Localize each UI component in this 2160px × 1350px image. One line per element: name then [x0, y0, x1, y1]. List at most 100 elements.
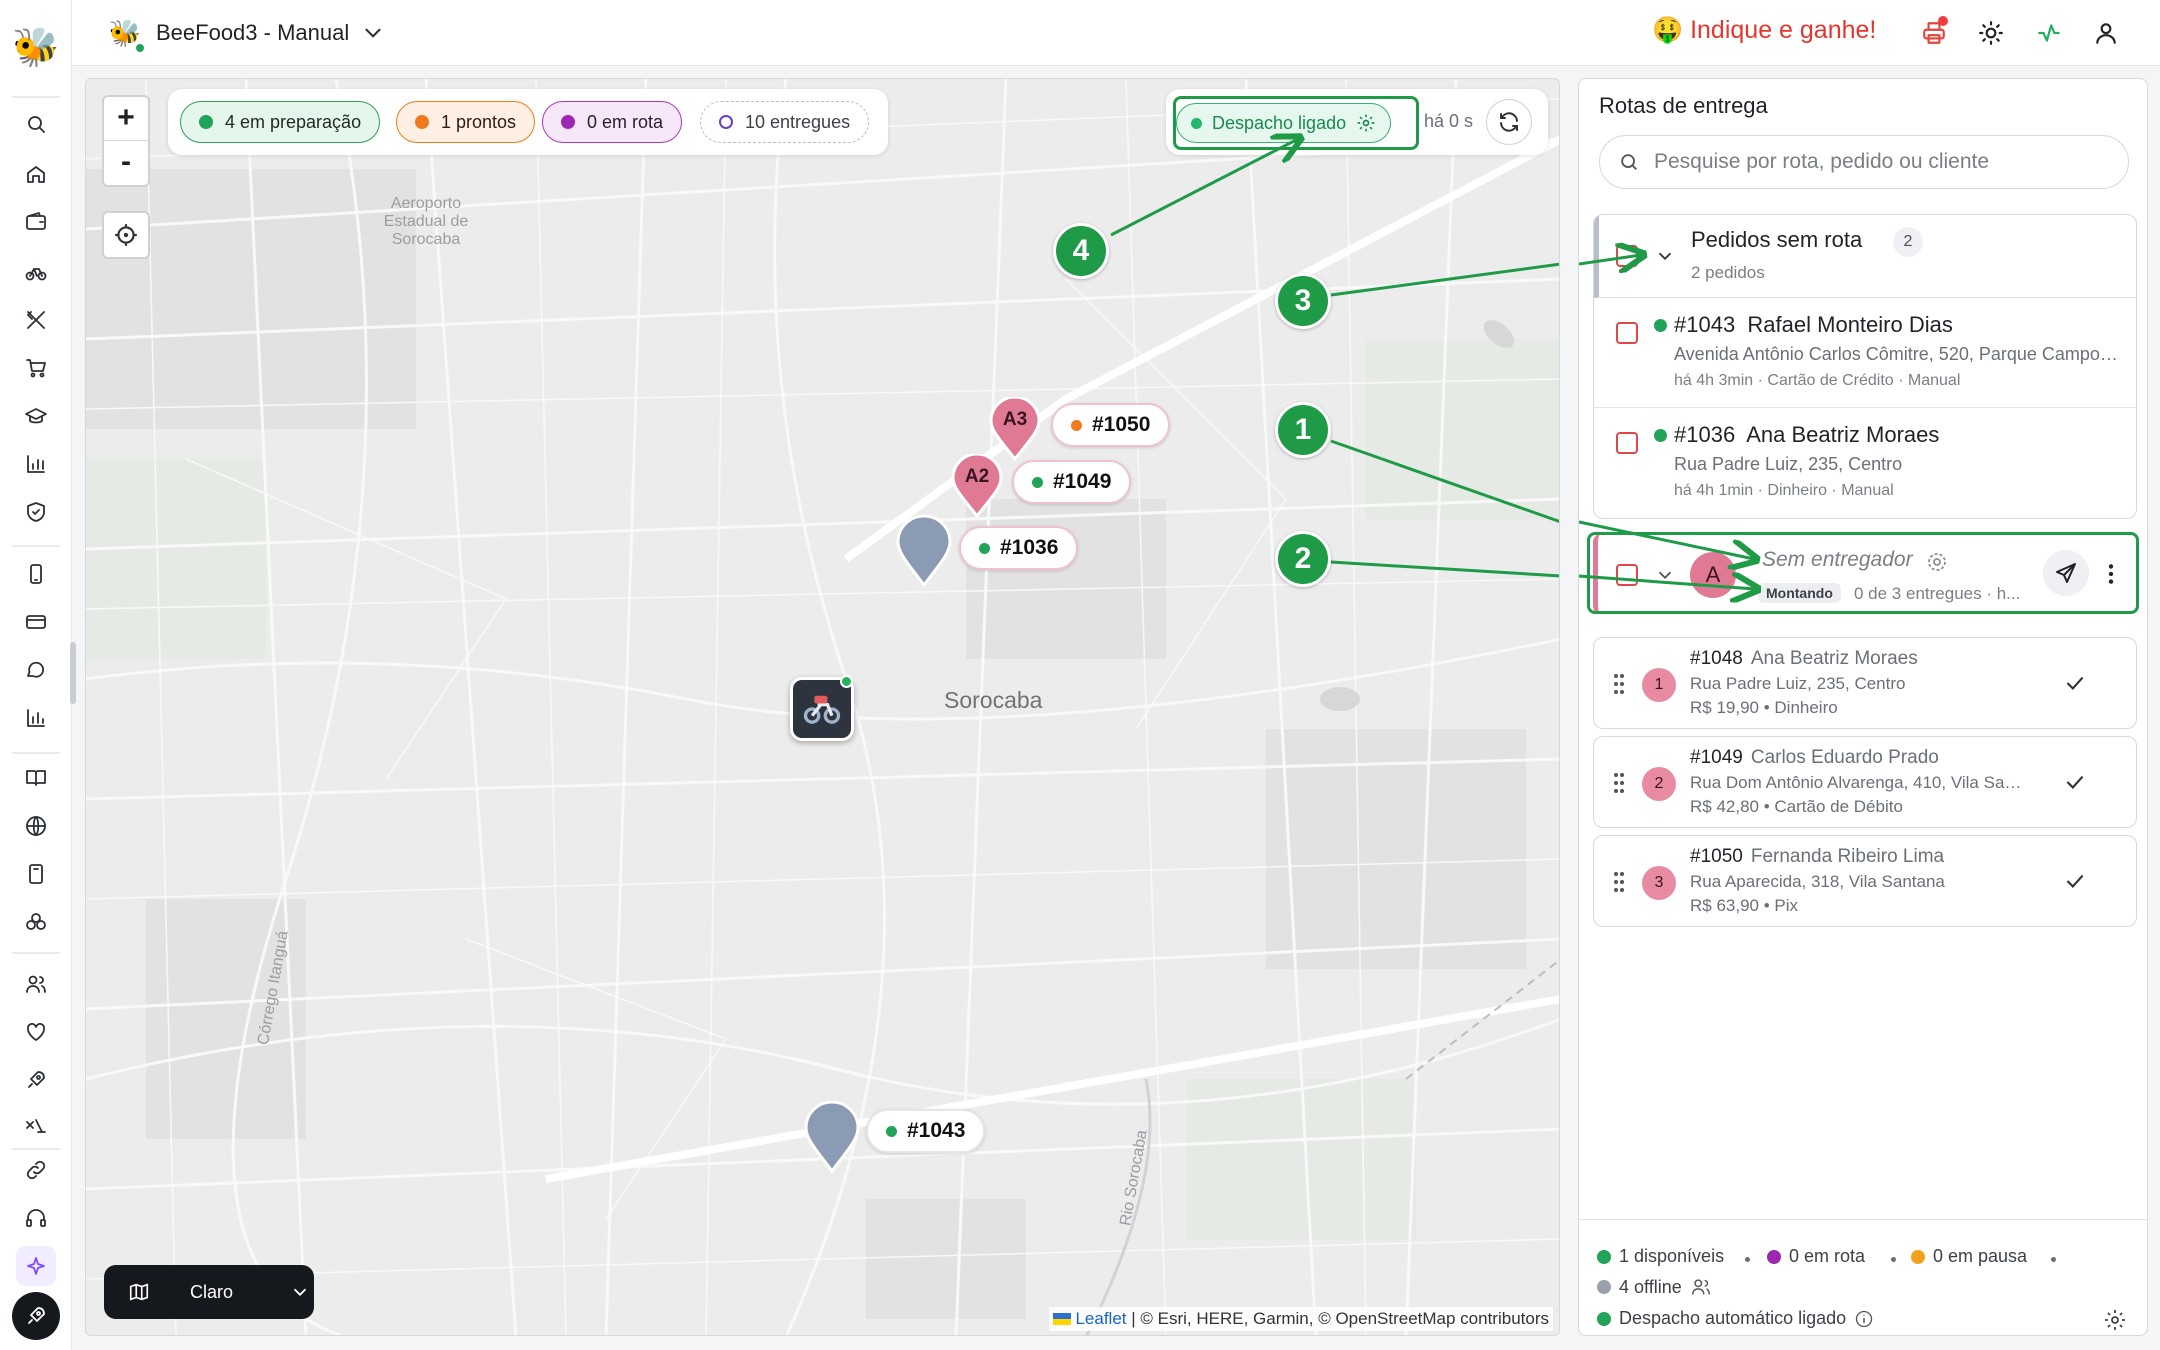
store-selector[interactable]: BeeFood3 - Manual	[156, 20, 349, 46]
gear-icon[interactable]	[1925, 550, 1949, 574]
more-options-icon[interactable]	[2098, 560, 2124, 588]
stats-icon[interactable]	[16, 698, 56, 738]
driver-name[interactable]: Sem entregador	[1762, 548, 1913, 572]
check-icon[interactable]	[2062, 868, 2088, 894]
order-row[interactable]: #1036 Ana Beatriz Moraes Rua Padre Luiz,…	[1594, 408, 2136, 518]
order-pin-1043[interactable]	[804, 1100, 860, 1178]
order-checkbox[interactable]	[1616, 432, 1638, 454]
map-icon	[129, 1283, 149, 1301]
rocket-icon[interactable]	[16, 1060, 56, 1100]
order-tag-1050[interactable]: #1050	[1051, 403, 1171, 447]
boxes-icon[interactable]	[16, 902, 56, 942]
order-id: #1043	[1674, 312, 1736, 337]
order-address: Avenida Antônio Carlos Cômitre, 520, Par…	[1674, 344, 2119, 364]
order-pin-1036[interactable]	[896, 514, 952, 592]
settings-gear-icon[interactable]	[2103, 1308, 2127, 1332]
gear-icon[interactable]	[1356, 113, 1376, 133]
status-dot	[979, 542, 990, 554]
home-icon[interactable]	[16, 154, 56, 194]
bar-chart-icon[interactable]	[16, 444, 56, 484]
customer-name: Ana Beatriz Moraes	[1746, 422, 1940, 447]
legend-available: 1 disponíveis	[1597, 1246, 1724, 1267]
route-stop[interactable]: 1 #1048 Ana Beatriz Moraes Rua Padre Luiz…	[1593, 637, 2137, 729]
printer-icon[interactable]	[1918, 16, 1950, 49]
check-icon[interactable]	[2062, 769, 2088, 795]
ready-filter[interactable]: 1 prontos	[396, 101, 536, 143]
globe-icon[interactable]	[16, 806, 56, 846]
order-tag-1036[interactable]: #1036	[959, 526, 1079, 570]
map-theme-selector[interactable]: Claro	[104, 1265, 314, 1319]
credit-card-icon[interactable]	[16, 602, 56, 642]
wallet-icon[interactable]	[16, 202, 56, 242]
unrouted-group-header[interactable]: Pedidos sem rota 2 2 pedidos	[1594, 215, 2136, 298]
customer-name: Fernanda Ribeiro Lima	[1750, 846, 1945, 867]
zoom-controls: + -	[102, 95, 150, 187]
headset-icon[interactable]	[16, 1198, 56, 1238]
select-all-checkbox[interactable]	[1616, 245, 1638, 267]
route-stop[interactable]: 3 #1050 Fernanda Ribeiro Lima Rua Apareci…	[1593, 835, 2137, 927]
chevron-down-icon[interactable]	[1654, 245, 1676, 267]
order-checkbox[interactable]	[1616, 322, 1638, 344]
crosshair-icon	[115, 224, 137, 246]
shield-icon[interactable]	[16, 492, 56, 532]
chevron-down-icon[interactable]	[1654, 564, 1676, 586]
heart-icon[interactable]	[16, 1012, 56, 1052]
stop-payment: R$ 19,90 • Dinheiro	[1690, 698, 1838, 717]
users-icon[interactable]	[1690, 1276, 1712, 1298]
refresh-button[interactable]	[1486, 99, 1532, 145]
delivery-map[interactable]: + - 4 em preparação 1 prontos 0 em rota …	[85, 78, 1560, 1336]
bike-icon[interactable]	[16, 252, 56, 292]
route-search[interactable]	[1599, 135, 2129, 189]
sidebar-resize-handle[interactable]	[70, 642, 76, 704]
route-stop[interactable]: 2 #1049 Carlos Eduardo Prado Rua Dom Antô…	[1593, 736, 2137, 828]
last-updated: há 0 s	[1424, 111, 1474, 131]
search-input[interactable]	[1654, 150, 2094, 174]
on-route-filter[interactable]: 0 em rota	[542, 101, 683, 143]
tablet-icon[interactable]	[16, 854, 56, 894]
route-card-a[interactable]: A Sem entregador Montando 0 de 3 entregu…	[1593, 534, 2137, 614]
chevron-down-icon[interactable]	[360, 20, 386, 46]
order-id: #1049	[1690, 747, 1743, 768]
locate-button[interactable]	[102, 211, 150, 259]
dispatch-toggle[interactable]: Despacho ligado	[1176, 103, 1392, 143]
link-icon[interactable]	[16, 1150, 56, 1190]
drag-handle-icon[interactable]	[1612, 672, 1626, 696]
delivered-filter[interactable]: 10 entregues	[700, 101, 870, 143]
user-icon[interactable]	[2090, 17, 2122, 49]
graduation-icon[interactable]	[16, 396, 56, 436]
users-icon[interactable]	[16, 964, 56, 1004]
leaflet-link[interactable]: Leaflet	[1075, 1309, 1126, 1328]
zoom-in-button[interactable]: +	[104, 97, 148, 141]
order-tag-1049[interactable]: #1049	[1012, 460, 1132, 504]
drag-handle-icon[interactable]	[1612, 870, 1626, 894]
utensils-icon[interactable]	[16, 300, 56, 340]
sparkles-icon[interactable]	[16, 1246, 56, 1286]
food-icon[interactable]	[16, 1106, 56, 1146]
phone-icon[interactable]	[16, 554, 56, 594]
order-tag-1043[interactable]: #1043	[866, 1109, 986, 1153]
bee-logo-icon[interactable]: 🐝	[12, 24, 60, 72]
book-icon[interactable]	[16, 758, 56, 798]
activity-icon[interactable]	[2033, 17, 2065, 49]
launch-rocket-button[interactable]	[12, 1292, 60, 1340]
cart-icon[interactable]	[16, 348, 56, 388]
info-icon[interactable]	[1854, 1309, 1874, 1329]
group-subtitle: 2 pedidos	[1691, 263, 1765, 282]
sun-icon[interactable]	[1975, 17, 2007, 49]
order-row[interactable]: #1043 Rafael Monteiro Dias Avenida Antôn…	[1594, 298, 2136, 408]
chat-icon[interactable]	[16, 650, 56, 690]
airport-label: Aeroporto Estadual de Sorocaba	[383, 195, 469, 248]
drag-handle-icon[interactable]	[1612, 771, 1626, 795]
zoom-out-button[interactable]: -	[104, 141, 148, 185]
referral-link[interactable]: 🤑 Indique e ganhe!	[1652, 16, 1876, 45]
route-checkbox[interactable]	[1616, 564, 1638, 586]
preparing-filter[interactable]: 4 em preparação	[180, 101, 381, 143]
check-icon[interactable]	[2062, 670, 2088, 696]
search-icon[interactable]	[16, 104, 56, 144]
send-route-button[interactable]	[2043, 550, 2089, 596]
separator-dot	[1745, 1257, 1750, 1262]
stop-number: 2	[1642, 767, 1676, 801]
route-pin-a2[interactable]: A2	[951, 452, 1003, 523]
status-dot	[1654, 319, 1667, 332]
status-dot	[1191, 117, 1202, 129]
